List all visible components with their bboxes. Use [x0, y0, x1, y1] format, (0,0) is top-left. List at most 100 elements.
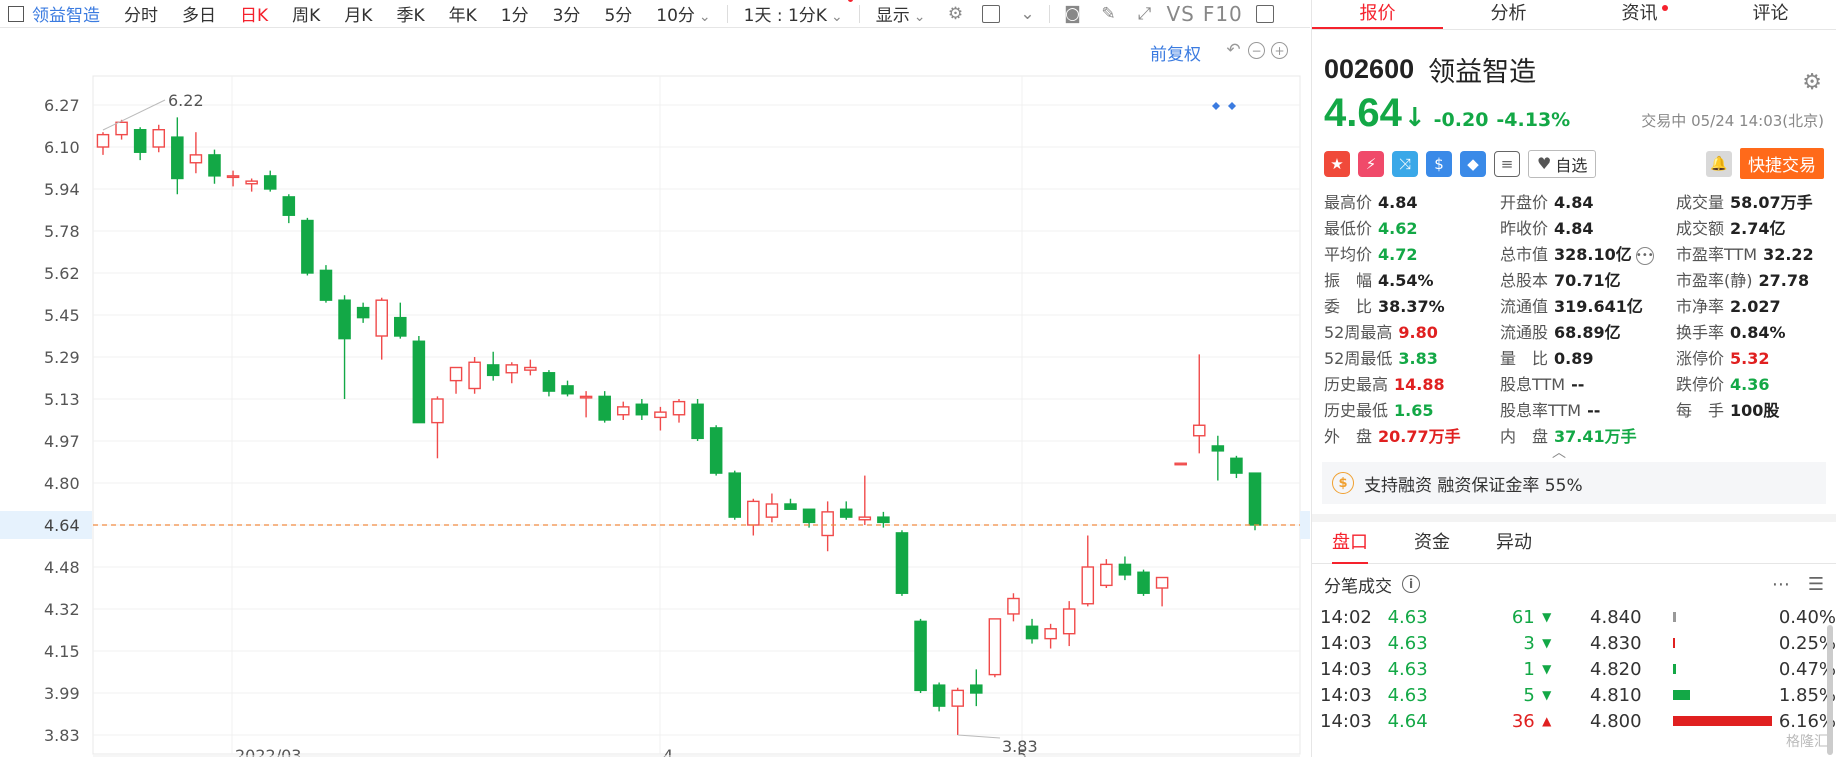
candle-body — [263, 175, 277, 190]
kline-chart-area: 前复权 ↶ − + 6.276.276.106.105.945.945.785.… — [0, 28, 1400, 757]
down-arrow-icon: ▼ — [1542, 688, 1552, 702]
trade-price: 4.63 — [1387, 606, 1428, 628]
more-icon[interactable]: ⋯ — [1772, 574, 1790, 595]
pencil-icon[interactable]: ✎ — [1097, 4, 1119, 24]
gear-icon[interactable]: ⚙ — [1802, 70, 1822, 95]
period-tab[interactable]: 季K — [384, 1, 436, 26]
stat-label: 流通股 — [1500, 323, 1549, 342]
kline-chart[interactable]: 6.276.276.106.105.945.945.785.785.625.62… — [0, 28, 1400, 757]
period-tab[interactable]: 10分 — [644, 1, 722, 26]
period-tab[interactable]: 3分 — [541, 1, 593, 26]
trade-volume: 36 — [1511, 710, 1535, 732]
period-tab[interactable]: 5分 — [592, 1, 644, 26]
range-select[interactable]: 1天 : 1分K — [732, 0, 855, 26]
candle-body — [1248, 472, 1262, 526]
volume-bar-track — [1672, 638, 1776, 648]
candle-body — [1062, 608, 1076, 635]
chevron-down-icon[interactable]: ⌄ — [1016, 4, 1038, 24]
fullscreen-icon[interactable]: ⤢ — [1133, 4, 1155, 24]
stat-label: 总市值 — [1500, 245, 1549, 264]
stat-cell: 涨停价 5.32 — [1676, 347, 1836, 370]
panel-tab[interactable]: 报价 — [1312, 0, 1443, 29]
period-tab[interactable]: 年K — [437, 1, 489, 26]
toolbar-divider — [858, 4, 860, 23]
stat-value: 70.71亿 — [1554, 271, 1621, 290]
y-tick-label-left: 5.94 — [44, 180, 80, 199]
stat-label: 股息TTM — [1500, 375, 1566, 394]
zoom-out-icon[interactable]: − — [1248, 42, 1265, 59]
period-tab[interactable]: 1分 — [489, 1, 541, 26]
margin-trading-banner: $ 支持融资 融资保证金率 55% — [1322, 462, 1826, 504]
more-icon[interactable]: ••• — [1635, 246, 1654, 265]
display-menu[interactable]: 显示 — [864, 1, 938, 26]
stat-cell: 委 比 38.37% — [1324, 295, 1500, 318]
panel-tab[interactable]: 资讯 — [1574, 0, 1705, 29]
stat-label: 换手率 — [1676, 323, 1725, 342]
y-tick-label-left: 5.45 — [44, 306, 80, 325]
bell-icon[interactable]: 🔔 — [1706, 150, 1732, 177]
panel-tab[interactable]: 评论 — [1705, 0, 1836, 29]
zoom-in-icon[interactable]: + — [1271, 42, 1288, 59]
candle-body — [1025, 625, 1039, 640]
dollar-icon[interactable]: $ — [1426, 150, 1452, 177]
stat-cell: 52周最低 3.83 — [1324, 347, 1500, 370]
note-icon[interactable]: ≡ — [1494, 150, 1520, 177]
price-adjust-select[interactable]: 前复权 — [1150, 40, 1201, 65]
stat-label: 每 手 — [1676, 401, 1725, 420]
candle-body — [505, 364, 519, 374]
y-tick-label-left: 4.32 — [44, 600, 80, 619]
candle-body — [431, 398, 444, 424]
candle-body — [1007, 597, 1020, 615]
down-arrow-icon: ▼ — [1542, 636, 1552, 650]
add-watchlist-button[interactable]: ♥ 自选 — [1528, 149, 1597, 178]
settings-icon[interactable]: ⚙ — [944, 4, 966, 24]
stat-value: -- — [1571, 375, 1585, 394]
volume-bar — [1672, 638, 1676, 648]
stat-label: 52周最高 — [1324, 323, 1393, 342]
china-flag-icon[interactable]: ★ — [1324, 150, 1350, 177]
y-tick-label-left: 3.83 — [44, 726, 80, 745]
shuffle-icon[interactable]: ⤨ — [1392, 150, 1418, 177]
layout-icon[interactable] — [980, 4, 1002, 23]
hot-icon[interactable]: ⚡ — [1358, 150, 1384, 177]
stock-checkbox[interactable] — [8, 5, 24, 22]
candle-body — [579, 395, 593, 399]
orderbook-tab[interactable]: 异动 — [1496, 522, 1532, 564]
period-tab[interactable]: 日K — [228, 1, 280, 26]
sidebar-toggle-icon[interactable] — [1254, 4, 1276, 23]
orderbook-tab[interactable]: 盘口 — [1332, 522, 1368, 564]
volume-bar-track — [1672, 716, 1776, 726]
candle-body — [598, 395, 611, 421]
candle-body — [709, 427, 723, 474]
candle-body — [1081, 566, 1095, 605]
period-tab[interactable]: 多日 — [170, 1, 228, 26]
candle-body — [1192, 424, 1206, 437]
stat-label: 52周最低 — [1324, 349, 1393, 368]
event-marker-icon — [1228, 102, 1236, 110]
f10-button[interactable]: F10 — [1203, 2, 1243, 26]
trade-row: 14:03 4.63 3 ▼ 4.830 0.25% — [1312, 630, 1836, 656]
stock-name-link[interactable]: 领益智造 — [24, 1, 112, 26]
stat-cell: 平均价 4.72 — [1324, 243, 1500, 266]
list-icon[interactable]: ☰ — [1808, 574, 1824, 595]
candle-body — [1118, 563, 1132, 576]
stat-label: 最高价 — [1324, 193, 1373, 212]
tag-icon[interactable]: ◆ — [1460, 150, 1486, 177]
info-icon[interactable]: i — [1402, 575, 1420, 593]
y-tick-label-left: 3.99 — [44, 684, 80, 703]
camera-icon[interactable]: ◙ — [1061, 4, 1083, 24]
orderbook-tab[interactable]: 资金 — [1414, 522, 1450, 564]
toolbar-divider — [1049, 4, 1051, 23]
undo-icon[interactable]: ↶ — [1225, 42, 1242, 59]
panel-tab[interactable]: 分析 — [1443, 0, 1574, 29]
stat-label: 开盘价 — [1500, 193, 1549, 212]
period-tab[interactable]: 分时 — [112, 1, 170, 26]
price-change-pct: -4.13% — [1496, 109, 1571, 131]
vs-compare-button[interactable]: VS — [1166, 2, 1194, 26]
stat-cell: 换手率 0.84% — [1676, 321, 1836, 344]
period-tab[interactable]: 周K — [280, 1, 332, 26]
period-tab[interactable]: 月K — [332, 1, 384, 26]
candle-body — [449, 366, 463, 382]
fast-trade-button[interactable]: 快捷交易 — [1740, 148, 1824, 179]
candle-body — [356, 306, 370, 319]
